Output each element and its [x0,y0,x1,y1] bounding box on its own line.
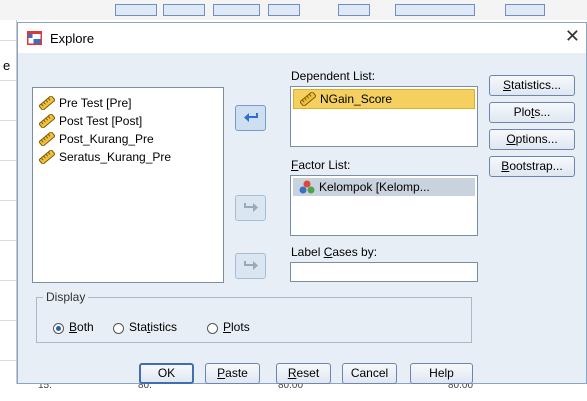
variable-label: Kelompok [Kelomp... [319,180,430,194]
move-to-dependent-button[interactable] [235,105,266,131]
options-button[interactable]: Options... [489,129,575,150]
variable-label: NGain_Score [320,92,393,106]
label-cases-label: Label Cases by: [291,245,378,259]
toolbar-strip [338,4,370,16]
display-legend: Display [43,290,89,304]
toolbar-strip [395,4,475,16]
list-item[interactable]: Post Test [Post] [33,112,223,130]
variable-label: Seratus_Kurang_Pre [59,150,172,164]
statistics-button[interactable]: Statistics... [489,75,575,96]
dependent-list[interactable]: NGain_Score [290,86,478,147]
toolbar-strip [213,4,260,16]
toolbar-strip [115,4,157,16]
radio-both-label[interactable]: Both [69,320,94,334]
toolbar-strip [163,4,205,16]
list-item[interactable]: NGain_Score [293,89,475,109]
close-button[interactable]: ✕ [565,26,580,47]
factor-list[interactable]: Kelompok [Kelomp... [290,175,478,236]
scale-ruler-icon [300,92,316,106]
scale-ruler-icon [39,132,55,146]
move-to-factor-button[interactable] [235,195,266,221]
variable-label: Post_Kurang_Pre [59,132,154,146]
dependent-list-label: Dependent List: [291,69,376,83]
list-item[interactable]: Pre Test [Pre] [33,94,223,112]
toolbar-strip [505,4,545,16]
list-item[interactable]: Kelompok [Kelomp... [293,178,475,196]
scale-ruler-icon [39,96,55,110]
display-group: Display Both Statistics Plots [36,290,472,343]
dialog-title: Explore [50,31,95,46]
variable-label: Pre Test [Pre] [59,96,132,110]
label-cases-field[interactable] [290,262,478,282]
toolbar-strip [268,4,300,16]
ok-button[interactable]: OK [139,363,194,384]
dialog-titlebar[interactable]: Explore ✕ [18,23,586,53]
arrow-right-icon [243,261,258,270]
scale-ruler-icon [39,150,55,164]
radio-plots-label[interactable]: Plots [223,320,250,334]
reset-button[interactable]: Reset [276,363,331,384]
list-item[interactable]: Post_Kurang_Pre [33,130,223,148]
radio-both[interactable] [53,323,64,334]
spreadsheet-bottom-row: 15. 80. 80.00 80.00 [16,380,587,401]
radio-statistics[interactable] [113,323,124,334]
list-item[interactable]: Seratus_Kurang_Pre [33,148,223,166]
arrow-right-icon [243,203,258,212]
scale-ruler-icon [39,114,55,128]
explore-dialog: Explore ✕ Pre Test [Pre] Post Test [Post… [17,22,587,384]
bootstrap-button[interactable]: Bootstrap... [489,156,575,177]
variable-label: Post Test [Post] [59,114,143,128]
move-to-label-cases-button[interactable] [235,253,266,279]
radio-plots[interactable] [207,323,218,334]
nominal-variable-icon [299,180,315,194]
source-variable-list[interactable]: Pre Test [Pre] Post Test [Post] Post_Kur… [32,87,224,283]
spreadsheet-toolbar [0,0,587,20]
spreadsheet-row-headers [0,20,17,401]
arrow-left-icon [243,113,258,122]
explore-app-icon [27,31,42,45]
cancel-button[interactable]: Cancel [342,363,397,384]
plots-button[interactable]: Plots... [489,102,575,123]
radio-statistics-label[interactable]: Statistics [129,320,177,334]
spreadsheet-cell-text: e [3,58,11,73]
help-button[interactable]: Help [410,363,473,384]
paste-button[interactable]: Paste [205,363,260,384]
factor-list-label: Factor List: [291,158,351,172]
